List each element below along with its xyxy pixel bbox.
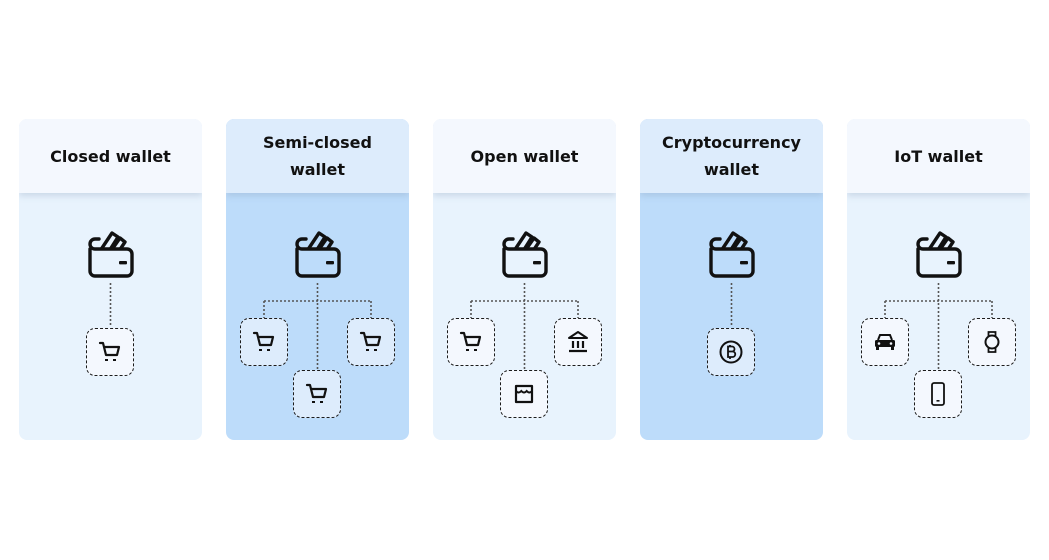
wallet-card: Closed wallet: [19, 119, 202, 440]
card-title: Closed wallet: [50, 146, 171, 166]
card-header: IoT wallet: [847, 119, 1030, 193]
card-header: Closed wallet: [19, 119, 202, 193]
store-icon: [514, 384, 534, 404]
child-node: [500, 370, 548, 418]
child-node: [447, 318, 495, 366]
wallet-icon: [295, 231, 341, 278]
child-node: [554, 318, 602, 366]
wallet-card: Semi-closed wallet: [226, 119, 409, 440]
bitcoin-icon: [719, 340, 743, 364]
bank-icon: [568, 331, 588, 353]
shopping-cart-icon: [459, 331, 482, 351]
wallet-card: Open wallet: [433, 119, 616, 440]
wallet-icon: [916, 231, 962, 278]
shopping-cart-icon: [98, 341, 121, 361]
child-node: [86, 328, 134, 376]
card-title: IoT wallet: [894, 146, 983, 166]
child-node: [293, 370, 341, 418]
shopping-cart-icon: [252, 331, 275, 351]
child-node: [347, 318, 395, 366]
car-icon: [875, 334, 895, 350]
wallet-card: IoT wallet: [847, 119, 1030, 440]
wallet-card: Cryptocurrency wallet: [640, 119, 823, 440]
shopping-cart-icon: [359, 331, 382, 351]
child-node: [861, 318, 909, 366]
smartphone-icon: [931, 382, 945, 406]
child-node: [240, 318, 288, 366]
child-node: [914, 370, 962, 418]
card-title: Semi-closed wallet: [263, 133, 372, 179]
child-node: [968, 318, 1016, 366]
card-title: Cryptocurrency wallet: [662, 133, 801, 179]
child-node: [707, 328, 755, 376]
smartwatch-icon: [984, 331, 1000, 353]
wallet-icon: [709, 231, 755, 278]
card-header: Semi-closed wallet: [226, 119, 409, 193]
wallet-icon: [88, 231, 134, 278]
card-header: Cryptocurrency wallet: [640, 119, 823, 193]
card-header: Open wallet: [433, 119, 616, 193]
card-title: Open wallet: [470, 146, 579, 166]
wallet-icon: [502, 231, 548, 278]
shopping-cart-icon: [305, 383, 328, 403]
